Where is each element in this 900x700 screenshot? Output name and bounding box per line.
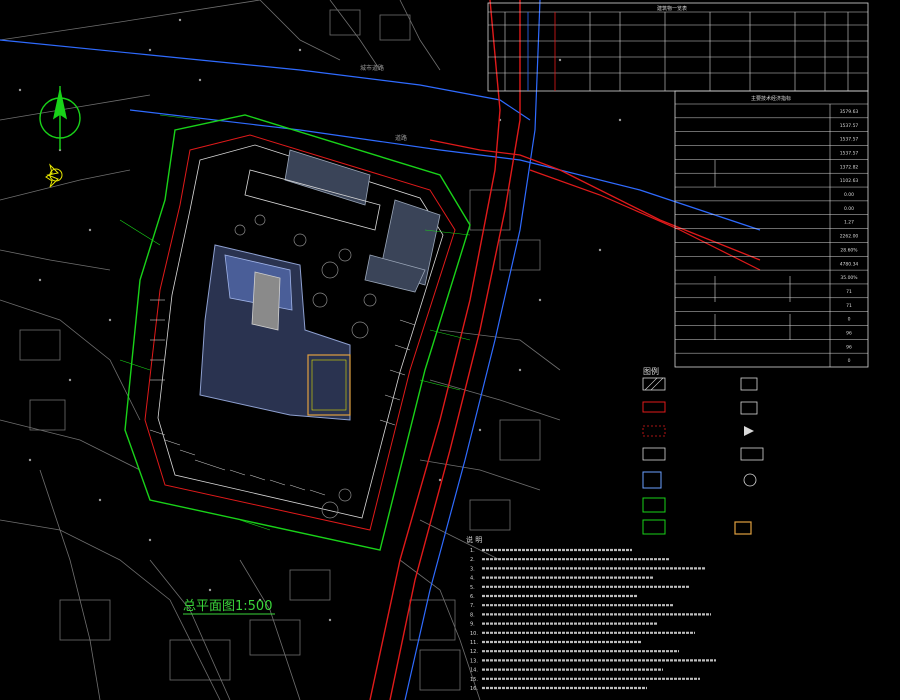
note-number: 4. <box>470 576 475 582</box>
indicator-value: 2262.00 <box>840 234 859 240</box>
note-number: 6. <box>470 594 475 600</box>
drawing-title: 总平面图1:500 <box>183 599 272 614</box>
note-number: 14. <box>470 668 478 674</box>
indicator-value: 0 <box>848 317 851 323</box>
note-number: 10. <box>470 631 478 637</box>
indicator-value: 4780.34 <box>840 261 859 267</box>
notes-title: 说 明 <box>466 535 482 544</box>
note-number: 3. <box>470 566 475 572</box>
road-label-1: 城市道路 <box>360 64 384 72</box>
note-number: 13. <box>470 658 478 664</box>
indicator-value: 1537.57 <box>840 123 859 129</box>
site-plan-drawing: 总平面图1:500 城市道路 道路 建筑物一览表 主要技术经济指标 3579.6… <box>0 0 900 700</box>
indicator-value: 0.00 <box>844 192 854 198</box>
indicators-header: 主要技术经济指标 <box>751 95 791 102</box>
design-notes: 说 明 <box>466 535 482 544</box>
note-number: 12. <box>470 649 478 655</box>
note-number: 5. <box>470 585 475 591</box>
indicator-value: 1.27 <box>844 220 854 226</box>
note-number: 9. <box>470 622 475 628</box>
indicator-value: 1102.63 <box>840 178 859 184</box>
note-number: 7. <box>470 603 475 609</box>
legend-title: 图例 <box>643 366 659 376</box>
note-number: 16. <box>470 686 478 692</box>
road-label-2: 道路 <box>395 134 407 142</box>
drawing-background <box>0 0 900 700</box>
indicator-value: 96 <box>846 344 852 350</box>
indicator-value: 0.00 <box>844 206 854 212</box>
note-number: 15. <box>470 677 478 683</box>
indicator-value: 1537.57 <box>840 151 859 157</box>
building-schedule-header: 建筑物一览表 <box>657 5 687 12</box>
indicator-value: 1537.57 <box>840 137 859 143</box>
indicator-value: 28.60% <box>840 247 858 253</box>
indicator-value: 0 <box>848 358 851 364</box>
indicator-value: 96 <box>846 330 852 336</box>
indicator-value: 71 <box>846 303 852 309</box>
indicator-value: 71 <box>846 289 852 295</box>
note-number: 11. <box>470 640 478 646</box>
indicator-value: 35.00% <box>840 275 858 281</box>
note-number: 8. <box>470 612 475 618</box>
indicator-value: 3579.63 <box>840 109 859 115</box>
note-number: 2. <box>470 557 475 563</box>
note-number: 1. <box>470 548 475 554</box>
indicator-value: 1372.82 <box>840 164 859 170</box>
